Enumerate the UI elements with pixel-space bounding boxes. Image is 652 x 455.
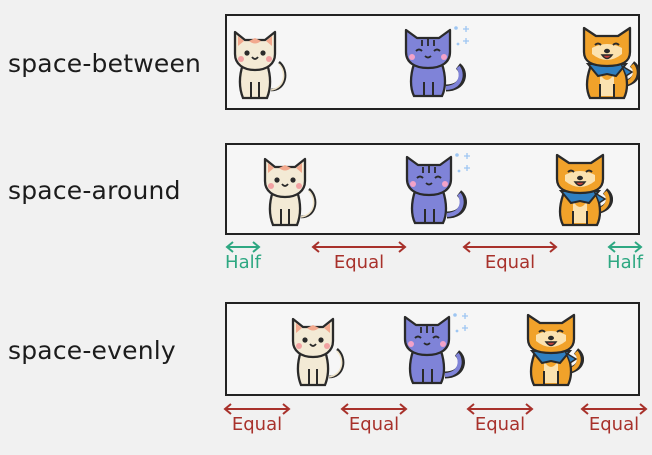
shiba-dog-icon xyxy=(524,311,584,391)
shiba-dog-icon xyxy=(580,24,640,104)
spacing-label: Equal xyxy=(333,252,385,273)
spacing-label: Equal xyxy=(474,414,526,435)
spacing-arrow-equal: Equal xyxy=(310,240,408,272)
cat-icon xyxy=(233,30,287,100)
spacing-label: Equal xyxy=(231,414,283,435)
shiba-dog-icon xyxy=(553,151,613,231)
blue-cat-icon xyxy=(401,149,471,229)
spacing-label: Equal xyxy=(588,414,640,435)
row-label-space-around: space-around xyxy=(8,176,181,205)
cat-icon xyxy=(291,317,345,387)
spacing-label: Equal xyxy=(484,252,536,273)
blue-cat-icon xyxy=(399,309,469,389)
spacing-label: Equal xyxy=(348,414,400,435)
row-label-space-evenly: space-evenly xyxy=(8,336,176,365)
flex-container-space-around xyxy=(225,143,640,235)
spacing-arrow-half-right: Half xyxy=(606,240,644,272)
spacing-arrow-half-left: Half xyxy=(224,240,262,272)
row-label-space-between: space-between xyxy=(8,49,202,78)
flex-container-space-between xyxy=(225,14,640,110)
spacing-label: Half xyxy=(607,252,643,273)
cat-icon xyxy=(263,157,317,227)
spacing-arrow-equal: Equal xyxy=(339,402,409,434)
spacing-arrow-equal: Equal xyxy=(222,402,292,434)
spacing-arrow-equal: Equal xyxy=(461,240,559,272)
blue-cat-icon xyxy=(400,22,470,102)
spacing-label: Half xyxy=(225,252,261,273)
spacing-arrow-equal: Equal xyxy=(465,402,535,434)
spacing-arrow-equal: Equal xyxy=(579,402,649,434)
flex-container-space-evenly xyxy=(225,302,640,396)
